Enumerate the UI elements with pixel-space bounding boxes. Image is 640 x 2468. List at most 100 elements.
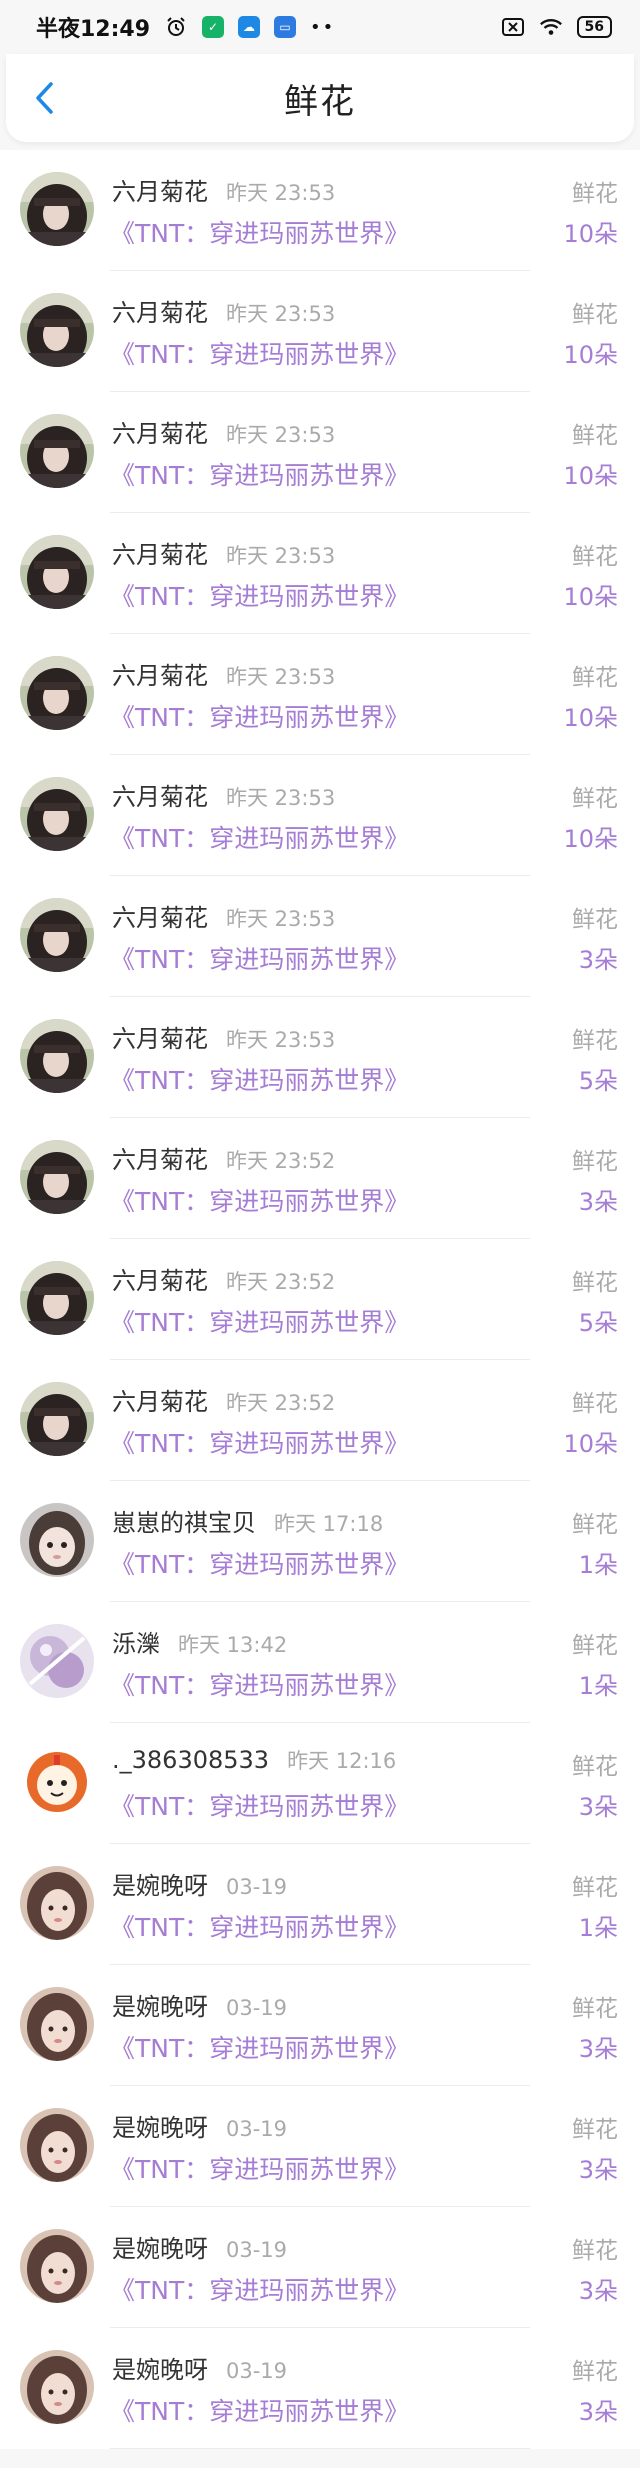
book-title[interactable]: 《TNT：穿进玛丽苏世界》 [110,335,409,371]
book-title[interactable]: 《TNT：穿进玛丽苏世界》 [110,2392,409,2428]
gift-record-item[interactable]: 是婉晚呀 03-19 《TNT：穿进玛丽苏世界》 鲜花 3朵 [0,2328,640,2449]
timestamp: 昨天 23:53 [226,423,336,447]
book-title[interactable]: 《TNT：穿进玛丽苏世界》 [110,1908,409,1944]
user-avatar[interactable] [20,1019,94,1093]
user-avatar[interactable] [20,898,94,972]
username[interactable]: 六月菊花 [112,656,208,691]
cloud-app-icon: ☁ [238,16,261,38]
user-avatar[interactable] [20,656,94,730]
username[interactable]: 六月菊花 [112,1382,208,1417]
username[interactable]: 六月菊花 [112,293,208,328]
gift-record-item[interactable]: 是婉晚呀 03-19 《TNT：穿进玛丽苏世界》 鲜花 3朵 [0,1965,640,2086]
gift-count: 3朵 [578,946,618,974]
timestamp: 昨天 23:53 [226,302,336,326]
username[interactable]: 六月菊花 [112,898,208,933]
book-title[interactable]: 《TNT：穿进玛丽苏世界》 [110,2150,409,2186]
username[interactable]: 是婉晚呀 [112,2350,208,2385]
user-avatar[interactable] [20,2229,94,2303]
gallery-app-icon: ▭ [274,16,297,38]
gift-record-item[interactable]: ._386308533 昨天 12:16 《TNT：穿进玛丽苏世界》 鲜花 3朵 [0,1723,640,1844]
book-title[interactable]: 《TNT：穿进玛丽苏世界》 [110,2029,409,2065]
user-avatar[interactable] [20,1624,94,1698]
username[interactable]: 是婉晚呀 [112,1987,208,2022]
book-title[interactable]: 《TNT：穿进玛丽苏世界》 [110,1545,409,1581]
gift-count: 3朵 [578,2398,618,2426]
record-header: 是婉晚呀 03-19 [112,2108,287,2143]
user-avatar[interactable] [20,1261,94,1335]
book-title[interactable]: 《TNT：穿进玛丽苏世界》 [110,214,409,250]
gift-record-item[interactable]: 六月菊花 昨天 23:53 《TNT：穿进玛丽苏世界》 鲜花 10朵 [0,271,640,392]
book-title[interactable]: 《TNT：穿进玛丽苏世界》 [110,456,409,492]
username[interactable]: 六月菊花 [112,777,208,812]
book-title[interactable]: 《TNT：穿进玛丽苏世界》 [110,1787,409,1823]
back-button[interactable] [20,74,68,122]
book-title[interactable]: 《TNT：穿进玛丽苏世界》 [110,1061,409,1097]
book-title[interactable]: 《TNT：穿进玛丽苏世界》 [110,2271,409,2307]
user-avatar[interactable] [20,1503,94,1577]
username[interactable]: 是婉晚呀 [112,2108,208,2143]
username[interactable]: 泺濼 [112,1624,160,1659]
gift-count: 1朵 [578,1914,618,1942]
timestamp: 昨天 23:53 [226,544,336,568]
gift-record-item[interactable]: 六月菊花 昨天 23:53 《TNT：穿进玛丽苏世界》 鲜花 3朵 [0,876,640,997]
book-title[interactable]: 《TNT：穿进玛丽苏世界》 [110,1666,409,1702]
gift-record-item[interactable]: 六月菊花 昨天 23:53 《TNT：穿进玛丽苏世界》 鲜花 10朵 [0,513,640,634]
username[interactable]: 六月菊花 [112,1140,208,1175]
username[interactable]: ._386308533 [112,1746,269,1774]
gift-record-item[interactable]: 六月菊花 昨天 23:52 《TNT：穿进玛丽苏世界》 鲜花 10朵 [0,1360,640,1481]
gift-record-item[interactable]: 六月菊花 昨天 23:53 《TNT：穿进玛丽苏世界》 鲜花 10朵 [0,150,640,271]
gift-count: 3朵 [578,2277,618,2305]
gift-record-item[interactable]: 是婉晚呀 03-19 《TNT：穿进玛丽苏世界》 鲜花 3朵 [0,2207,640,2328]
username[interactable]: 六月菊花 [112,172,208,207]
user-avatar[interactable] [20,1140,94,1214]
gift-count: 3朵 [578,2035,618,2063]
gift-record-item[interactable]: 六月菊花 昨天 23:53 《TNT：穿进玛丽苏世界》 鲜花 10朵 [0,634,640,755]
gift-count: 1朵 [578,1672,618,1700]
gift-count: 10朵 [563,462,618,490]
record-header: 泺濼 昨天 13:42 [112,1624,287,1659]
username[interactable]: 崽崽的祺宝贝 [112,1503,256,1538]
username[interactable]: 六月菊花 [112,1261,208,1296]
username[interactable]: 是婉晚呀 [112,2229,208,2264]
gift-record-item[interactable]: 六月菊花 昨天 23:52 《TNT：穿进玛丽苏世界》 鲜花 3朵 [0,1118,640,1239]
gift-record-item[interactable]: 六月菊花 昨天 23:53 《TNT：穿进玛丽苏世界》 鲜花 10朵 [0,392,640,513]
user-avatar[interactable] [20,1382,94,1456]
user-avatar[interactable] [20,172,94,246]
username[interactable]: 六月菊花 [112,1019,208,1054]
gift-record-item[interactable]: 六月菊花 昨天 23:52 《TNT：穿进玛丽苏世界》 鲜花 5朵 [0,1239,640,1360]
status-bar: 半夜12:49 ✓ ☁ ▭ •• 56 [0,0,640,54]
gift-record-item[interactable]: 是婉晚呀 03-19 《TNT：穿进玛丽苏世界》 鲜花 1朵 [0,1844,640,1965]
user-avatar[interactable] [20,414,94,488]
timestamp: 昨天 23:53 [226,1028,336,1052]
user-avatar[interactable] [20,1866,94,1940]
gift-type: 鲜花 [572,786,618,812]
user-avatar[interactable] [20,2108,94,2182]
gift-count: 10朵 [563,583,618,611]
book-title[interactable]: 《TNT：穿进玛丽苏世界》 [110,698,409,734]
gift-record-item[interactable]: 六月菊花 昨天 23:53 《TNT：穿进玛丽苏世界》 鲜花 10朵 [0,755,640,876]
record-header: ._386308533 昨天 12:16 [112,1745,396,1775]
record-header: 六月菊花 昨天 23:53 [112,293,335,328]
username[interactable]: 是婉晚呀 [112,1866,208,1901]
username[interactable]: 六月菊花 [112,414,208,449]
gift-record-item[interactable]: 六月菊花 昨天 23:53 《TNT：穿进玛丽苏世界》 鲜花 5朵 [0,997,640,1118]
book-title[interactable]: 《TNT：穿进玛丽苏世界》 [110,577,409,613]
user-avatar[interactable] [20,293,94,367]
record-header: 是婉晚呀 03-19 [112,2350,287,2385]
username[interactable]: 六月菊花 [112,535,208,570]
book-title[interactable]: 《TNT：穿进玛丽苏世界》 [110,1182,409,1218]
user-avatar[interactable] [20,1987,94,2061]
book-title[interactable]: 《TNT：穿进玛丽苏世界》 [110,1424,409,1460]
user-avatar[interactable] [20,1745,94,1819]
book-title[interactable]: 《TNT：穿进玛丽苏世界》 [110,1303,409,1339]
record-header: 六月菊花 昨天 23:53 [112,898,335,933]
user-avatar[interactable] [20,777,94,851]
gift-record-item[interactable]: 泺濼 昨天 13:42 《TNT：穿进玛丽苏世界》 鲜花 1朵 [0,1602,640,1723]
gift-count: 10朵 [563,1430,618,1458]
user-avatar[interactable] [20,535,94,609]
user-avatar[interactable] [20,2350,94,2424]
gift-record-item[interactable]: 是婉晚呀 03-19 《TNT：穿进玛丽苏世界》 鲜花 3朵 [0,2086,640,2207]
book-title[interactable]: 《TNT：穿进玛丽苏世界》 [110,940,409,976]
book-title[interactable]: 《TNT：穿进玛丽苏世界》 [110,819,409,855]
gift-record-item[interactable]: 崽崽的祺宝贝 昨天 17:18 《TNT：穿进玛丽苏世界》 鲜花 1朵 [0,1481,640,1602]
